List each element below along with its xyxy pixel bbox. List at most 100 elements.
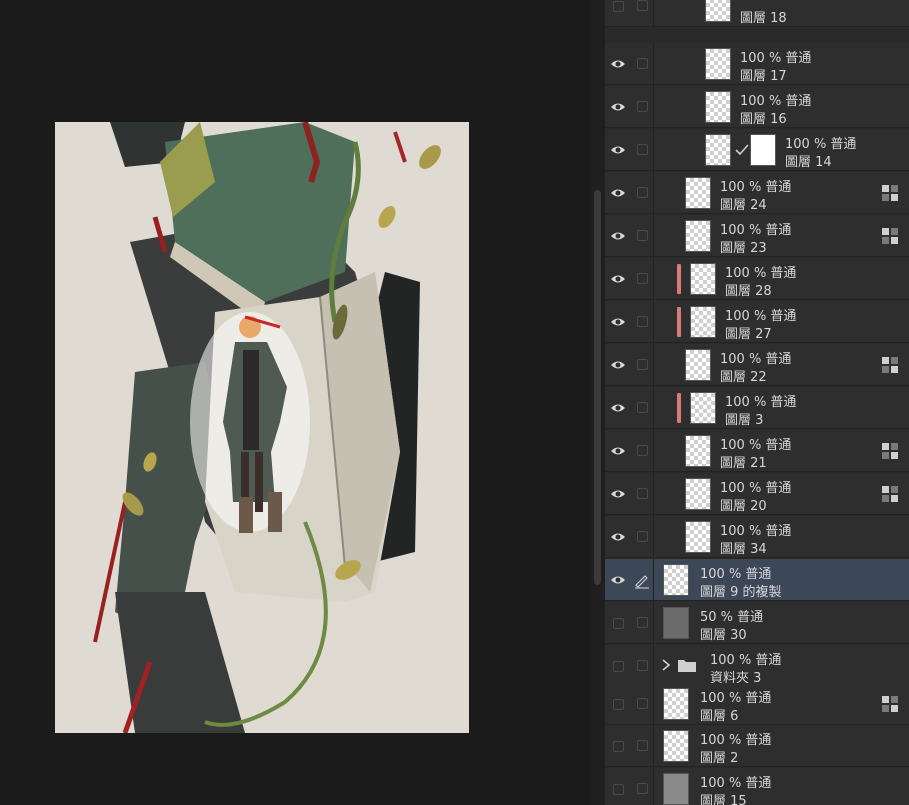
layer-row[interactable]: 100 % 普通 圖層 23 [605,215,909,257]
lock-toggle[interactable] [635,781,651,797]
layer-row[interactable]: 100 % 普通 圖層 22 [605,344,909,386]
layer-name: 圖層 14 [785,155,832,170]
lock-toggle[interactable] [635,400,651,416]
lock-toggle[interactable] [635,696,651,712]
lock-toggle[interactable] [635,357,651,373]
layer-row[interactable]: 100 % 普通 圖層 14 [605,129,909,171]
artwork-canvas[interactable] [55,122,469,733]
canvas-scrollbar[interactable] [590,0,605,805]
eye-icon[interactable] [610,314,626,330]
layer-row[interactable]: 100 % 普通 圖層 24 [605,172,909,214]
layer-row[interactable]: 100 % 普通 圖層 2 [605,725,909,767]
visibility-toggle[interactable] [610,738,626,754]
column-divider [653,86,654,128]
layer-blend-mode: 100 % 普通 [720,481,792,496]
lock-toggle[interactable] [635,615,651,631]
layer-row[interactable]: 100 % 普通 圖層 28 [605,258,909,300]
visibility-toggle[interactable] [610,696,626,712]
eye-icon[interactable] [610,271,626,287]
scrollbar-thumb[interactable] [594,190,601,585]
reference-layer-icon[interactable] [881,356,899,374]
column-divider [653,0,654,27]
layer-row[interactable]: 100 % 普通 圖層 16 [605,86,909,128]
column-divider [653,43,654,85]
layer-blend-mode: 100 % 普通 [700,776,772,791]
layer-row[interactable]: 100 % 普通 資料夾 3 [605,645,909,687]
artwork-illustration [55,122,469,733]
layer-panel: 圖層 18 100 % 普通 圖層 17 100 % 普通 圖層 16 100 % 普通圖… [605,0,909,805]
layer-blend-mode: 100 % 普通 [740,51,812,66]
layer-row[interactable]: 50 % 普通 圖層 30 [605,602,909,644]
layer-name: 圖層 3 [725,413,764,428]
layer-name: 圖層 17 [740,69,787,84]
layer-thumbnail [685,177,711,209]
visibility-toggle[interactable] [610,615,626,631]
lock-toggle[interactable] [635,738,651,754]
folder-icon [677,657,697,673]
canvas-area[interactable] [0,0,590,805]
reference-layer-icon[interactable] [881,442,899,460]
visibility-toggle[interactable] [610,658,626,674]
lock-toggle[interactable] [635,99,651,115]
lock-toggle[interactable] [635,228,651,244]
layer-row[interactable]: 100 % 普通 圖層 17 [605,43,909,85]
reference-layer-icon[interactable] [881,227,899,245]
column-divider [653,301,654,343]
layer-row[interactable]: 100 % 普通 圖層 6 [605,683,909,725]
layer-row[interactable]: 100 % 普通 圖層 34 [605,516,909,558]
lock-toggle[interactable] [635,529,651,545]
lock-toggle[interactable] [635,443,651,459]
layer-thumbnail [705,91,731,123]
eye-icon[interactable] [610,529,626,545]
chevron-right-icon[interactable] [660,657,672,673]
layer-name: 圖層 27 [725,327,772,342]
column-divider [653,129,654,171]
eye-icon[interactable] [610,142,626,158]
lock-toggle[interactable] [635,271,651,287]
layer-thumbnail [663,773,689,805]
layer-row[interactable]: 100 % 普通 圖層 27 [605,301,909,343]
reference-layer-icon[interactable] [881,485,899,503]
lock-toggle[interactable] [635,486,651,502]
layer-name: 圖層 28 [725,284,772,299]
eye-icon[interactable] [610,357,626,373]
lock-toggle[interactable] [635,185,651,201]
eye-icon[interactable] [610,56,626,72]
layer-row[interactable]: 100 % 普通圖層 15 [605,768,909,805]
reference-layer-icon[interactable] [881,184,899,202]
eye-icon[interactable] [610,443,626,459]
layer-name: 圖層 6 [700,709,739,724]
layer-blend-mode: 50 % 普通 [700,610,764,625]
layer-thumbnail [705,134,731,166]
lock-toggle[interactable] [635,658,651,674]
eye-icon[interactable] [610,228,626,244]
eye-icon[interactable] [610,99,626,115]
eye-icon[interactable] [610,572,626,588]
layer-row[interactable]: 圖層 18 [605,0,909,27]
lock-toggle[interactable] [635,0,651,14]
column-divider [653,344,654,386]
reference-layer-icon[interactable] [881,695,899,713]
layer-name: 圖層 15 [700,794,747,805]
layer-blend-mode: 100 % 普通 [700,691,772,706]
layer-row[interactable]: 100 % 普通 圖層 21 [605,430,909,472]
visibility-toggle[interactable] [610,0,626,14]
visibility-toggle[interactable] [610,781,626,797]
checkmark-icon [734,142,750,158]
layer-thumbnail [685,349,711,381]
layer-row[interactable]: 100 % 普通 圖層 3 [605,387,909,429]
lock-toggle[interactable] [635,314,651,330]
eye-icon[interactable] [610,400,626,416]
lock-toggle[interactable] [635,142,651,158]
layer-blend-mode: 100 % 普通 [720,524,792,539]
layer-thumbnail [663,607,689,639]
eye-icon[interactable] [610,185,626,201]
column-divider [653,602,654,644]
layer-row[interactable]: 100 % 普通 圖層 20 [605,473,909,515]
layer-thumbnail [705,0,731,22]
eye-icon[interactable] [610,486,626,502]
pen-icon[interactable] [633,571,651,589]
lock-toggle[interactable] [635,56,651,72]
layer-name: 圖層 34 [720,542,767,557]
layer-row[interactable]: 100 % 普通 圖層 9 的複製 [605,559,909,601]
